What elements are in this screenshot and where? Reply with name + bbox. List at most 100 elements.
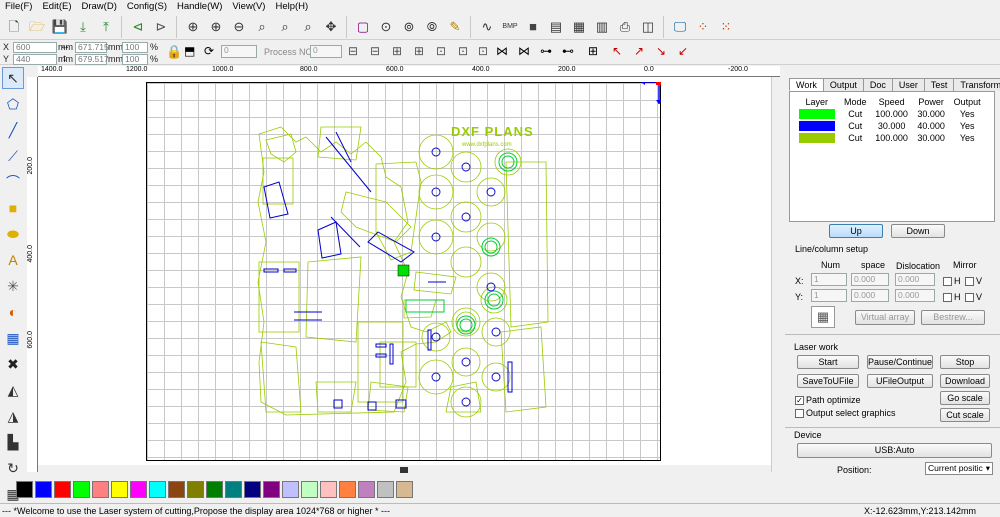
tab-user[interactable]: User <box>891 78 925 91</box>
tab-transform[interactable]: Transform <box>953 78 1000 91</box>
same-height-icon[interactable]: ⊷ <box>562 44 574 58</box>
same-width-icon[interactable]: ⊶ <box>540 44 552 58</box>
scroll-thumb[interactable] <box>400 467 408 473</box>
mirror-h-icon[interactable]: ◭ <box>2 379 24 401</box>
stop-button[interactable]: Stop <box>940 355 990 369</box>
align-bottom-icon[interactable]: ⊞ <box>414 44 424 58</box>
color-swatch[interactable] <box>263 480 280 498</box>
menu-draw[interactable]: Draw(D) <box>77 0 122 14</box>
y-position-field[interactable]: 440 <box>13 54 57 65</box>
lead-line-icon[interactable]: ⊚ <box>398 16 420 38</box>
curve-icon[interactable]: ⌒ <box>2 171 24 193</box>
horizontal-scrollbar[interactable] <box>38 465 771 476</box>
move-bottomright-icon[interactable]: ↘ <box>656 44 666 58</box>
align-vcenter-icon[interactable]: ⊡ <box>458 44 468 58</box>
height-field[interactable]: 679.517 <box>75 54 109 65</box>
color-swatch[interactable] <box>111 480 128 498</box>
zoom-page-icon[interactable]: ⌕ <box>297 16 319 38</box>
move-bottomleft-icon[interactable]: ↙ <box>678 44 688 58</box>
output-select-checkbox[interactable]: Output select graphics <box>795 408 896 419</box>
equal-vspace-icon[interactable]: ⋈ <box>518 44 530 58</box>
menu-file[interactable]: File(F) <box>0 0 37 14</box>
menu-view[interactable]: View(V) <box>227 0 270 14</box>
y-space-field[interactable]: 0.000 <box>851 289 889 302</box>
bestrew-button[interactable]: Bestrew... <box>921 310 985 325</box>
y-dislocation-field[interactable]: 0.000 <box>895 289 935 302</box>
up-button[interactable]: Up <box>829 224 883 238</box>
save-icon[interactable]: 💾 <box>49 16 71 38</box>
color-swatch[interactable] <box>396 480 413 498</box>
array-icon[interactable]: ⁘ <box>692 16 714 38</box>
array-grid-icon[interactable]: ▦ <box>811 306 835 328</box>
tab-doc[interactable]: Doc <box>862 78 893 91</box>
x-space-field[interactable]: 0.000 <box>851 273 889 286</box>
line-icon[interactable]: ╱ <box>2 119 24 141</box>
color-swatch[interactable] <box>149 480 166 498</box>
zoom-fit-icon[interactable]: ⊕ <box>205 16 227 38</box>
x-position-field[interactable]: 600 <box>13 42 57 53</box>
process-no-field[interactable]: 0 <box>310 45 342 58</box>
x-num-field[interactable]: 1 <box>811 273 847 286</box>
y-mirror-v[interactable]: V <box>965 292 982 303</box>
scale-x-field[interactable]: 100 <box>122 42 148 53</box>
move-topleft-icon[interactable]: ↖ <box>612 44 622 58</box>
color-swatch[interactable] <box>301 480 318 498</box>
layer-row[interactable]: Cut 30.000 40.000 Yes <box>793 120 985 132</box>
square-icon[interactable]: ■ <box>522 16 544 38</box>
color-swatch[interactable] <box>35 480 52 498</box>
node-select-icon[interactable]: ⬠ <box>2 93 24 115</box>
align-left-icon[interactable]: ⊟ <box>348 44 358 58</box>
down-button[interactable]: Down <box>891 224 945 238</box>
usb-auto-button[interactable]: USB:Auto <box>797 443 992 458</box>
select-arrow-icon[interactable]: ↖ <box>2 67 24 89</box>
rectangle-icon[interactable]: ■ <box>2 197 24 219</box>
bmp-icon[interactable]: BMP <box>499 16 521 38</box>
download-button[interactable]: Download <box>940 374 990 388</box>
color-swatch[interactable] <box>92 480 109 498</box>
color-swatch[interactable] <box>130 480 147 498</box>
width-field[interactable]: 671.715 <box>75 42 109 53</box>
color-swatch[interactable] <box>54 480 71 498</box>
zoom-in-icon[interactable]: ⊕ <box>182 16 204 38</box>
vertical-scrollbar[interactable] <box>771 77 782 472</box>
layer-row[interactable]: Cut 100.000 30.000 Yes <box>793 132 985 144</box>
grid-array-icon[interactable]: ▦ <box>2 327 24 349</box>
color-swatch[interactable] <box>16 480 33 498</box>
menu-handle[interactable]: Handle(W) <box>172 0 227 14</box>
move-topright-icon[interactable]: ↗ <box>634 44 644 58</box>
color-swatch[interactable] <box>358 480 375 498</box>
zoom-all-icon[interactable]: ⌕ <box>274 16 296 38</box>
ufile-output-button[interactable]: UFileOutput <box>867 374 933 388</box>
color-swatch[interactable] <box>168 480 185 498</box>
export-icon[interactable]: ⤒ <box>95 16 117 38</box>
x-mirror-v[interactable]: V <box>965 276 982 287</box>
cut-drawing[interactable]: DXF PLANS www.dxfplans.com <box>146 82 661 461</box>
scale-y-field[interactable]: 100 <box>122 54 148 65</box>
grid-icon[interactable]: ⊞ <box>588 44 598 58</box>
zoom-out-icon[interactable]: ⊖ <box>228 16 250 38</box>
color-swatch[interactable] <box>187 480 204 498</box>
zoom-window-icon[interactable]: ⌕ <box>251 16 273 38</box>
redo-icon[interactable]: ⊳ <box>150 16 172 38</box>
rotate-tool-icon[interactable]: ↻ <box>2 457 24 479</box>
save-to-ufile-button[interactable]: SaveToUFile <box>797 374 859 388</box>
pause-continue-button[interactable]: Pause/Continue <box>867 355 933 369</box>
image-icon[interactable]: ◐ <box>2 301 24 323</box>
mirror-icon[interactable]: ⬒ <box>184 44 195 58</box>
text-icon[interactable]: A <box>2 249 24 271</box>
menu-help[interactable]: Help(H) <box>270 0 313 14</box>
cut-order-icon[interactable]: ⦾ <box>421 16 443 38</box>
new-file-icon[interactable]: 🗋 <box>3 16 25 38</box>
process-number-field[interactable]: 0 <box>221 45 257 58</box>
y-num-field[interactable]: 1 <box>811 289 847 302</box>
equal-hspace-icon[interactable]: ⋈ <box>496 44 508 58</box>
color-swatch[interactable] <box>320 480 337 498</box>
dimension-icon[interactable]: ▦ <box>568 16 590 38</box>
color-swatch[interactable] <box>73 480 90 498</box>
go-scale-button[interactable]: Go scale <box>940 391 990 405</box>
cut-scale-button[interactable]: Cut scale <box>940 408 990 422</box>
monitor-icon[interactable]: 🖵 <box>669 16 691 38</box>
color-swatch[interactable] <box>339 480 356 498</box>
tab-test[interactable]: Test <box>923 78 955 91</box>
node-edit-icon[interactable]: ⊙ <box>375 16 397 38</box>
